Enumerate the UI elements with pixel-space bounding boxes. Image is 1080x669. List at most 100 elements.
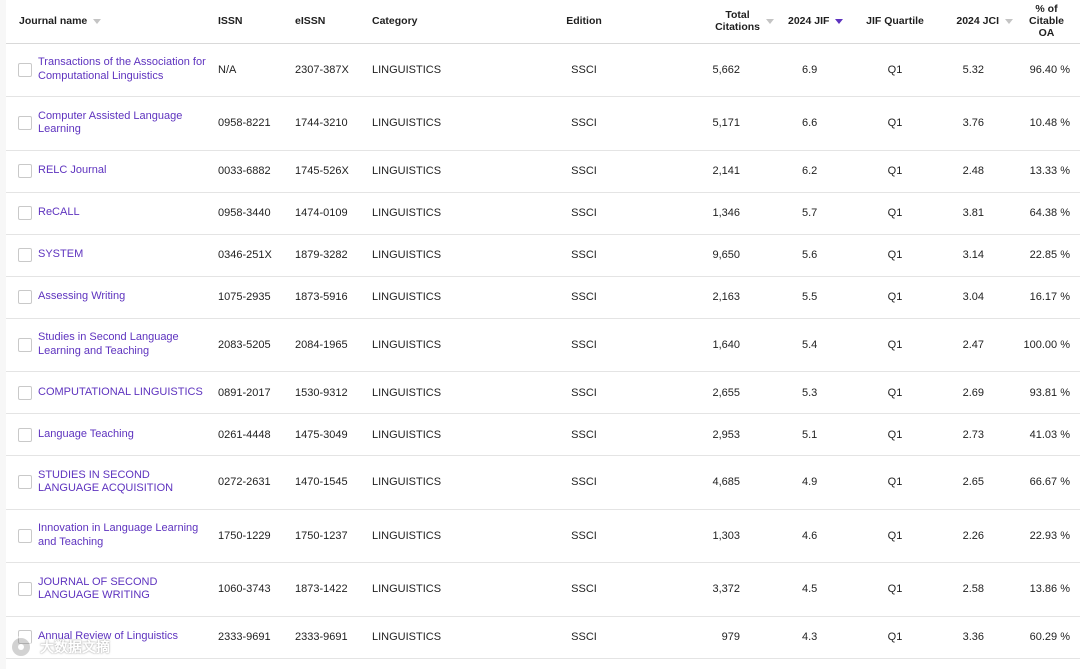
row-checkbox[interactable]	[18, 290, 32, 304]
citable-oa-cell: 66.67 %	[1013, 455, 1080, 510]
journal-name-link[interactable]: STUDIES IN SECOND LANGUAGE ACQUISITION	[38, 469, 218, 496]
citable-oa-cell: 96.40 %	[1013, 43, 1080, 97]
sort-icon[interactable]	[93, 18, 102, 24]
jif-quartile-cell: Q1	[862, 43, 928, 97]
eissn-cell: 1474-0109	[295, 192, 372, 235]
eissn-cell: 1750-1237	[295, 509, 372, 563]
journal-name-cell: Assessing Writing	[38, 276, 218, 319]
journal-name-link[interactable]: Language Teaching	[38, 428, 218, 442]
header-journal-name[interactable]: Journal name	[6, 0, 218, 44]
row-checkbox[interactable]	[18, 385, 32, 400]
journal-name-link[interactable]: Annual Review of Linguistics	[38, 630, 218, 644]
issn-cell: 1750-1229	[218, 509, 295, 563]
journal-name-cell: Transactions of the Association for Comp…	[38, 43, 218, 97]
category-cell: LINGUISTICS	[372, 455, 530, 510]
row-checkbox[interactable]	[18, 116, 32, 131]
issn-cell: 0958-3440	[218, 192, 295, 235]
jif-cell: 5.1	[774, 413, 862, 456]
issn-cell: 0033-6882	[218, 150, 295, 193]
jci-cell: 2.73	[928, 413, 1013, 456]
total-citations-cell: 5,662	[638, 43, 774, 97]
eissn-cell: 1879-3282	[295, 234, 372, 277]
citable-oa-cell: 60.29 %	[1013, 616, 1080, 659]
row-checkbox-cell	[6, 192, 38, 235]
journal-name-cell: Computer Assisted Language Learning	[38, 96, 218, 151]
journal-name-cell: Studies in Second Language Learning and …	[38, 318, 218, 372]
jci-cell: 3.76	[928, 96, 1013, 151]
header-jif[interactable]: 2024 JIF	[774, 0, 862, 44]
issn-cell: 0346-251X	[218, 234, 295, 277]
eissn-cell: 1530-9312	[295, 371, 372, 414]
jci-cell: 3.04	[928, 276, 1013, 319]
row-checkbox[interactable]	[18, 164, 32, 178]
row-checkbox[interactable]	[18, 248, 32, 262]
table-row: STUDIES IN SECOND LANGUAGE ACQUISITION 02…	[6, 455, 1080, 510]
jif-quartile-cell: Q1	[862, 616, 928, 659]
table-row: Studies in Second Language Learning and …	[6, 318, 1080, 372]
row-checkbox[interactable]	[18, 528, 32, 543]
row-checkbox[interactable]	[18, 206, 32, 220]
edition-cell: SSCI	[530, 234, 638, 277]
jif-cell: 6.2	[774, 150, 862, 193]
sort-active-icon[interactable]	[835, 18, 844, 24]
edition-cell: SSCI	[530, 192, 638, 235]
jif-cell: 5.6	[774, 234, 862, 277]
journal-name-link[interactable]: Studies in Second Language Learning and …	[38, 331, 218, 358]
row-checkbox[interactable]	[18, 582, 32, 597]
issn-cell: 2333-9691	[218, 616, 295, 659]
table-row: RELC Journal 0033-6882 1745-526X LINGUISTIC…	[6, 150, 1080, 193]
header-jci[interactable]: 2024 JCI	[928, 0, 1013, 44]
journal-name-link[interactable]: ReCALL	[38, 206, 218, 220]
journal-name-link[interactable]: Assessing Writing	[38, 290, 218, 304]
eissn-cell: 1745-526X	[295, 150, 372, 193]
jif-cell: 4.5	[774, 562, 862, 617]
row-checkbox[interactable]	[18, 630, 32, 644]
row-checkbox[interactable]	[18, 427, 32, 442]
header-category: Category	[372, 0, 530, 44]
table-row: Transactions of the Association for Comp…	[6, 43, 1080, 97]
journal-name-link[interactable]: Transactions of the Association for Comp…	[38, 56, 218, 83]
total-citations-cell: 4,685	[638, 455, 774, 510]
jif-quartile-cell: Q1	[862, 318, 928, 372]
table-row: Assessing Writing 1075-2935 1873-5916 LINGU…	[6, 276, 1080, 319]
header-citable-oa[interactable]: % of Citable OA	[1013, 0, 1080, 44]
journal-name-link[interactable]: Computer Assisted Language Learning	[38, 110, 218, 137]
total-citations-cell: 5,171	[638, 96, 774, 151]
issn-cell: 1075-2935	[218, 276, 295, 319]
citable-oa-cell: 13.86 %	[1013, 562, 1080, 617]
row-checkbox[interactable]	[18, 337, 32, 352]
sort-icon[interactable]	[766, 18, 774, 24]
journal-name-cell: RELC Journal	[38, 150, 218, 193]
table-row: Innovation in Language Learning and Teac…	[6, 509, 1080, 563]
journal-name-link[interactable]: RELC Journal	[38, 164, 218, 178]
sort-icon[interactable]	[1005, 18, 1013, 24]
journal-name-cell: SYSTEM	[38, 234, 218, 277]
table-body: Transactions of the Association for Comp…	[6, 43, 1080, 659]
issn-cell: N/A	[218, 43, 295, 97]
total-citations-cell: 2,655	[638, 371, 774, 414]
row-checkbox[interactable]	[18, 62, 32, 77]
jci-cell: 2.65	[928, 455, 1013, 510]
journal-name-cell: STUDIES IN SECOND LANGUAGE ACQUISITION	[38, 455, 218, 510]
category-cell: LINGUISTICS	[372, 96, 530, 151]
table-row: Language Teaching 0261-4448 1475-3049 LINGU…	[6, 413, 1080, 456]
citable-oa-cell: 41.03 %	[1013, 413, 1080, 456]
journal-name-link[interactable]: SYSTEM	[38, 248, 218, 262]
row-checkbox-cell	[6, 413, 38, 456]
issn-cell: 2083-5205	[218, 318, 295, 372]
jci-cell: 2.47	[928, 318, 1013, 372]
header-total-citations[interactable]: Total Citations	[638, 0, 774, 44]
jif-cell: 4.9	[774, 455, 862, 510]
jci-cell: 2.26	[928, 509, 1013, 563]
row-checkbox[interactable]	[18, 475, 32, 490]
journal-name-link[interactable]: COMPUTATIONAL LINGUISTICS	[38, 386, 218, 400]
journal-name-link[interactable]: Innovation in Language Learning and Teac…	[38, 522, 218, 549]
issn-cell: 0958-8221	[218, 96, 295, 151]
jif-quartile-cell: Q1	[862, 276, 928, 319]
category-cell: LINGUISTICS	[372, 371, 530, 414]
category-cell: LINGUISTICS	[372, 192, 530, 235]
journal-name-link[interactable]: JOURNAL OF SECOND LANGUAGE WRITING	[38, 576, 218, 603]
eissn-cell: 1470-1545	[295, 455, 372, 510]
jif-cell: 6.6	[774, 96, 862, 151]
citable-oa-cell: 64.38 %	[1013, 192, 1080, 235]
